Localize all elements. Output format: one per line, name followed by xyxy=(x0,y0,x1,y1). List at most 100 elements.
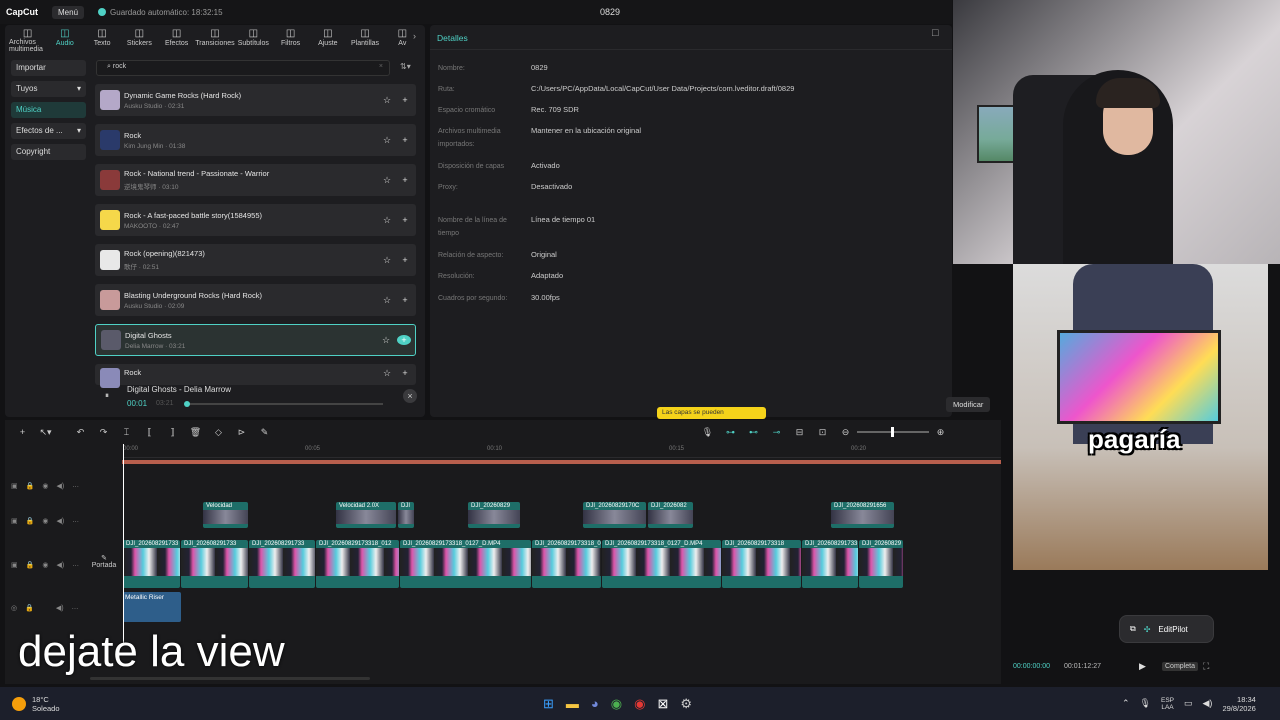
video-clip[interactable]: DJI_20260829173318_0127_D.MP4 xyxy=(400,540,531,588)
timeline-ruler[interactable]: 00:00 00:05 00:10 00:15 00:20 xyxy=(123,444,1001,458)
overlay-clip[interactable]: DJI_20260829170C xyxy=(583,502,646,528)
weather-icon[interactable] xyxy=(12,696,26,711)
toolbar-next-icon[interactable]: › xyxy=(413,31,416,41)
preview-axis-icon[interactable]: ⊟ xyxy=(788,427,811,438)
overlay-clip[interactable]: DJI_2026082 xyxy=(648,502,693,528)
zoom-in-icon[interactable]: ⊕ xyxy=(929,427,952,438)
audio-icon[interactable]: ◀) xyxy=(56,604,64,612)
track-item[interactable]: Rock (opening)(821473) 歌仔 · 02:51 ☆ + xyxy=(95,244,416,276)
add-icon[interactable]: + xyxy=(397,335,411,345)
video-clip[interactable]: DJI_202608291733 xyxy=(802,540,858,588)
lock-icon[interactable]: 🔒 xyxy=(26,517,35,525)
video-clip[interactable]: DJI_20260829173318_0127_D.MP4 xyxy=(602,540,721,588)
video-clip[interactable]: DJI_20260829173318_0127 xyxy=(532,540,601,588)
favorite-icon[interactable]: ☆ xyxy=(380,215,394,226)
overlay-clip[interactable]: Velocidad xyxy=(203,502,248,528)
tray-chevron-icon[interactable]: ⌃ xyxy=(1122,698,1130,709)
shield-icon[interactable]: ◇ xyxy=(207,427,230,438)
audio-icon[interactable]: ◀) xyxy=(56,561,64,569)
favorite-icon[interactable]: ☆ xyxy=(380,295,394,306)
add-icon[interactable]: + xyxy=(398,255,412,265)
search-input[interactable]: ⌕ rock × xyxy=(96,60,390,76)
track-item[interactable]: Rock - National trend - Passionate - War… xyxy=(95,164,416,196)
pause-icon[interactable]: ⏸ xyxy=(105,391,109,401)
split-icon[interactable]: ⌶ xyxy=(115,427,138,438)
eye-icon[interactable]: ◉ xyxy=(42,561,48,569)
discord-icon[interactable]: ◕ xyxy=(591,696,599,712)
sidenav-item-0[interactable]: Importar xyxy=(11,60,86,76)
overlay-clip[interactable]: DJI xyxy=(398,502,414,528)
more-icon[interactable]: … xyxy=(72,561,79,569)
timeline-scrollbar[interactable] xyxy=(90,677,370,680)
volume-icon[interactable]: ◀) xyxy=(1203,698,1213,709)
video-clip[interactable]: DJI_20260829173318 xyxy=(722,540,801,588)
network-icon[interactable]: ▭ xyxy=(1184,698,1193,709)
tab-efectos[interactable]: ◫ Efectos xyxy=(158,28,195,49)
add-icon[interactable]: + xyxy=(398,295,412,305)
fullscreen-icon[interactable]: ⛶ xyxy=(1203,661,1209,672)
video-clip[interactable]: DJI_202608291733 xyxy=(123,540,180,588)
sort-icon[interactable]: ⇅▾ xyxy=(400,62,411,71)
cover-icon[interactable]: ⊡ xyxy=(811,427,834,438)
track-item[interactable]: Rock Kim Jung Min · 01:38 ☆ + xyxy=(95,124,416,156)
add-icon[interactable]: + xyxy=(11,427,34,437)
lock-icon[interactable]: 🔒 xyxy=(25,604,34,612)
menu-button[interactable]: Menú xyxy=(52,5,85,19)
video-clip[interactable]: DJI_20260829 xyxy=(859,540,903,588)
more-icon[interactable]: … xyxy=(72,604,79,612)
add-icon[interactable]: + xyxy=(398,215,412,225)
split-right-icon[interactable]: ⟧ xyxy=(161,427,184,438)
undo-icon[interactable]: ↶ xyxy=(69,427,92,438)
sidenav-item-1[interactable]: Tuyos ▾ xyxy=(11,81,86,97)
audio-icon[interactable]: ◀) xyxy=(56,482,64,490)
tab-subtítulos[interactable]: ◫ Subtítulos xyxy=(235,28,272,49)
video-clip[interactable]: DJI_20260829173318_012 xyxy=(316,540,399,588)
track-toggle-icon[interactable]: ▣ xyxy=(11,561,18,569)
audio-clip[interactable]: Metallic Riser xyxy=(123,592,181,622)
close-player-icon[interactable]: × xyxy=(403,389,417,403)
tab-texto[interactable]: ◫ Texto xyxy=(84,28,121,49)
eye-icon[interactable]: ◉ xyxy=(42,482,48,490)
audio-icon[interactable]: ◀) xyxy=(56,517,64,525)
tab-stickers[interactable]: ◫ Stickers xyxy=(121,28,158,49)
linkage-icon[interactable]: ⊸ xyxy=(765,427,788,438)
favorite-icon[interactable]: ☆ xyxy=(380,368,394,379)
video-clip[interactable]: DJI_202608291733 xyxy=(249,540,315,588)
favorite-icon[interactable]: ☆ xyxy=(380,135,394,146)
video-clip[interactable]: DJI_202608291733 xyxy=(181,540,248,588)
add-icon[interactable]: + xyxy=(398,135,412,145)
redo-icon[interactable]: ↷ xyxy=(92,427,115,438)
split-left-icon[interactable]: ⟦ xyxy=(138,427,161,438)
track-item[interactable]: Blasting Underground Rocks (Hard Rock) Au… xyxy=(95,284,416,316)
add-icon[interactable]: + xyxy=(398,95,412,105)
select-tool-icon[interactable]: ↖▾ xyxy=(34,427,57,438)
overlay-clip[interactable]: DJI_202608291656 xyxy=(831,502,894,528)
tab-audio[interactable]: ◫ Audio xyxy=(46,28,83,49)
quality-button[interactable]: Completa xyxy=(1162,662,1198,671)
settings-icon[interactable]: ⚙ xyxy=(680,696,692,712)
more-icon[interactable]: … xyxy=(72,482,79,490)
favorite-icon[interactable]: ☆ xyxy=(379,335,393,346)
more-icon[interactable]: … xyxy=(72,517,79,525)
clear-icon[interactable]: × xyxy=(379,63,383,70)
clock[interactable]: 18:34 29/8/2026 xyxy=(1222,695,1255,713)
play-icon[interactable]: ▶ xyxy=(1139,661,1146,672)
zoom-slider[interactable] xyxy=(857,427,929,437)
language-indicator[interactable]: ESP LAA xyxy=(1161,697,1174,711)
tab-filtros[interactable]: ◫ Filtros xyxy=(272,28,309,49)
overlay-clip[interactable]: DJI_20260829 xyxy=(468,502,520,528)
lock-icon[interactable]: 🔒 xyxy=(26,482,35,490)
sidenav-item-3[interactable]: Efectos de ... ▾ xyxy=(11,123,86,139)
track-item[interactable]: Dynamic Game Rocks (Hard Rock) Ausku Stud… xyxy=(95,84,416,116)
capcut-icon[interactable]: ⊠ xyxy=(657,696,668,712)
track-toggle-icon[interactable]: ▣ xyxy=(11,482,18,490)
playhead[interactable] xyxy=(123,444,124,644)
magic-icon[interactable]: ✎ xyxy=(253,427,276,438)
track-item[interactable]: Rock - A fast-paced battle story(1584955… xyxy=(95,204,416,236)
player-handle[interactable] xyxy=(184,401,190,407)
magnet-icon[interactable]: ⊷ xyxy=(742,427,765,438)
tab-archivos-multimedia[interactable]: ◫ Archivos multimedia xyxy=(9,28,46,53)
sidenav-item-2[interactable]: Música xyxy=(11,102,86,118)
delete-icon[interactable]: 🗑 xyxy=(184,427,207,438)
maximize-icon[interactable]: □ xyxy=(932,27,939,39)
